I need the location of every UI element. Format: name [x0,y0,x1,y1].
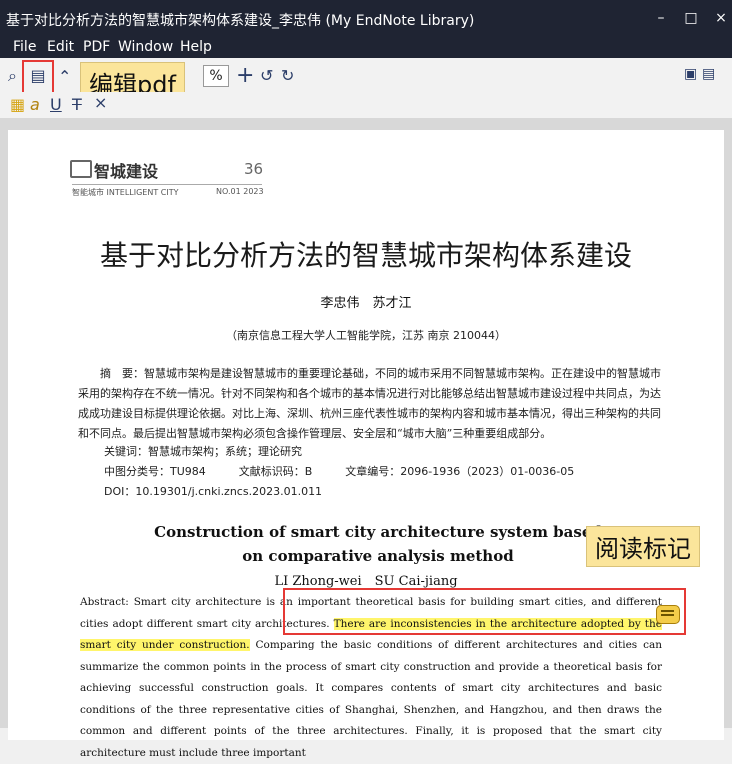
strikethrough-icon[interactable]: T [72,95,82,114]
zoom-field[interactable]: % [203,65,229,87]
keywords: 关键词：智慧城市架构；系统；理论研究 [104,445,302,458]
highlight-red-box [283,588,686,635]
note-tool-highlight-box [22,60,54,94]
minimize-button[interactable]: – [650,8,672,28]
journal-logo-icon [70,160,92,178]
annotation-toolbar: ▦ a U T × [0,92,732,119]
search-icon[interactable]: ⌕ [8,66,17,86]
chinese-abstract: 摘 要：智慧城市架构是建设智慧城市的重要理论基础，不同的城市采用不同智慧城市架构… [78,367,661,440]
paper-title: 基于对比分析方法的智慧城市架构体系建设 [99,239,632,272]
zoom-in-button[interactable]: + [236,63,254,88]
rotate-left-button[interactable]: ↺ [260,66,273,85]
menu-help[interactable]: Help [180,39,212,55]
menu-edit[interactable]: Edit [47,39,74,55]
english-title: Construction of smart city architecture … [154,523,602,565]
title-bar: 基于对比分析方法的智慧城市架构体系建设_李忠伟 (My EndNote Libr… [0,0,732,38]
chevron-up-icon[interactable]: ⌃ [58,67,71,86]
window-title: 基于对比分析方法的智慧城市架构体系建设_李忠伟 (My EndNote Libr… [6,13,475,29]
english-authors: LI Zhong-wei SU Cai-jiang [274,574,458,589]
rotate-right-button[interactable]: ↻ [281,66,294,85]
menu-pdf[interactable]: PDF [83,39,110,55]
journal-issue: NO.01 2023 [216,187,264,196]
menu-file[interactable]: File [13,39,36,55]
journal-name: 智城建设 [94,162,159,181]
english-abstract-part-2: Comparing the basic conditions of differ… [80,639,662,759]
clear-icon[interactable]: × [94,93,107,112]
reading-marks-callout: 阅读标记 [586,526,700,567]
print-icon[interactable]: ▤ [702,66,715,82]
classification-info: 中图分类号：TU984 文献标识码：B 文章编号：2096-1936（2023）… [104,465,575,478]
menu-window[interactable]: Window [118,39,173,55]
maximize-button[interactable]: □ [680,8,702,28]
italic-a-icon[interactable]: a [30,95,40,114]
header-divider [72,184,262,185]
save-icon[interactable]: ▣ [684,66,697,82]
pdf-viewer: 智城建设 36 智能城市 INTELLIGENT CITY NO.01 2023… [0,118,732,759]
highlight-icon[interactable]: ▦ [10,95,25,114]
menu-bar: File Edit PDF Window Help [0,38,732,58]
doi: DOI：10.19301/j.cnki.zncs.2023.01.011 [104,485,323,498]
page-number: 36 [244,160,264,178]
pdf-page: 智城建设 36 智能城市 INTELLIGENT CITY NO.01 2023… [8,130,724,759]
underline-icon[interactable]: U [50,95,62,114]
close-button[interactable]: × [710,8,732,28]
journal-subtitle: 智能城市 INTELLIGENT CITY [72,188,179,197]
authors: 李忠伟 苏才江 [320,296,412,311]
affiliation: （南京信息工程大学人工智能学院，江苏 南京 210044） [226,329,506,342]
